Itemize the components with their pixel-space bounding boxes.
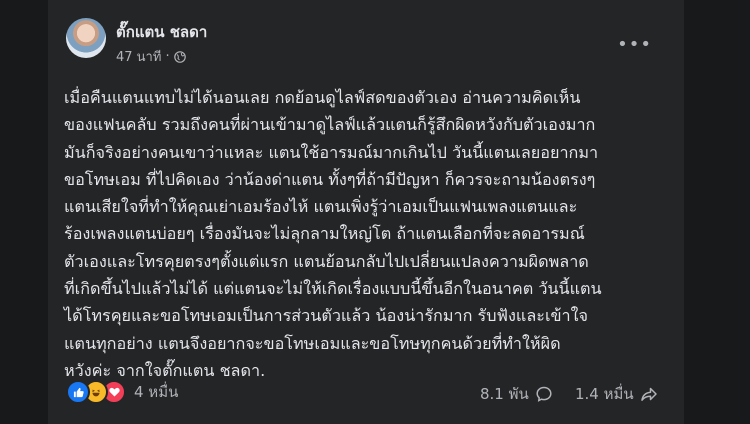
reactions-summary[interactable]: 4 หมื่น xyxy=(66,380,178,404)
post-meta: 47 นาที · xyxy=(116,46,186,67)
reaction-count[interactable]: 4 หมื่น xyxy=(134,380,178,404)
author-name[interactable]: ตั๊กแตน ชลดา xyxy=(116,20,207,44)
post-line: ร้องเพลงแตนบ่อยๆ เรื่องมันจะไม่ลุกลามใหญ… xyxy=(64,224,585,244)
post-time[interactable]: 47 นาที xyxy=(116,46,161,67)
post-card: ตั๊กแตน ชลดา 47 นาที · ••• เมื่อคืนแตนแท… xyxy=(48,0,684,424)
comment-count-label: 8.1 พัน xyxy=(480,385,529,403)
like-icon xyxy=(66,380,90,404)
post-line: ได้โทรคุยและขอโทษเอมเป็นการส่วนตัวแล้ว น… xyxy=(64,306,589,326)
post-line: มันก็จริงอย่างคนเขาว่าแหละ แตนใช้อารมณ์ม… xyxy=(64,142,599,162)
post-line: ตัวเองและโทรคุยตรงๆตั้งแต่แรก แตนย้อนกลั… xyxy=(64,251,589,271)
post-text: เมื่อคืนแตนแทบไม่ได้นอนเลย กดย้อนดูไลฟ์ส… xyxy=(64,84,674,384)
post-line: ขอโทษเอม ที่ไปคิดเอง ว่าน้องด่าแตน ทั้งๆ… xyxy=(64,169,596,189)
share-icon xyxy=(640,387,657,401)
post-footer: 4 หมื่น 8.1 พัน 1.4 หมื่น xyxy=(48,372,684,412)
avatar[interactable] xyxy=(66,18,106,58)
globe-icon[interactable] xyxy=(173,50,186,63)
comment-count[interactable]: 8.1 พัน xyxy=(480,382,553,406)
post-line: เมื่อคืนแตนแทบไม่ได้นอนเลย กดย้อนดูไลฟ์ส… xyxy=(64,88,581,107)
more-options-icon[interactable]: ••• xyxy=(617,34,652,55)
post-line: ที่เกิดขึ้นไปแล้วไม่ได้ แต่แตนจะไม่ให้เก… xyxy=(64,279,602,299)
comment-icon xyxy=(536,386,552,402)
share-count-label: 1.4 หมื่น xyxy=(575,385,634,403)
share-count[interactable]: 1.4 หมื่น xyxy=(575,382,658,406)
post-line: แตนเสียใจที่ทำให้คุณเย่าเอมร้องไห้ แตนเพ… xyxy=(64,197,578,217)
post-line: ของแฟนคลับ รวมถึงคนที่ผ่านเข้ามาดูไลฟ์แล… xyxy=(64,115,596,135)
post-line: แตนทุกอย่าง แตนจึงอยากจะขอโทษเอมและขอโทษ… xyxy=(64,333,561,353)
